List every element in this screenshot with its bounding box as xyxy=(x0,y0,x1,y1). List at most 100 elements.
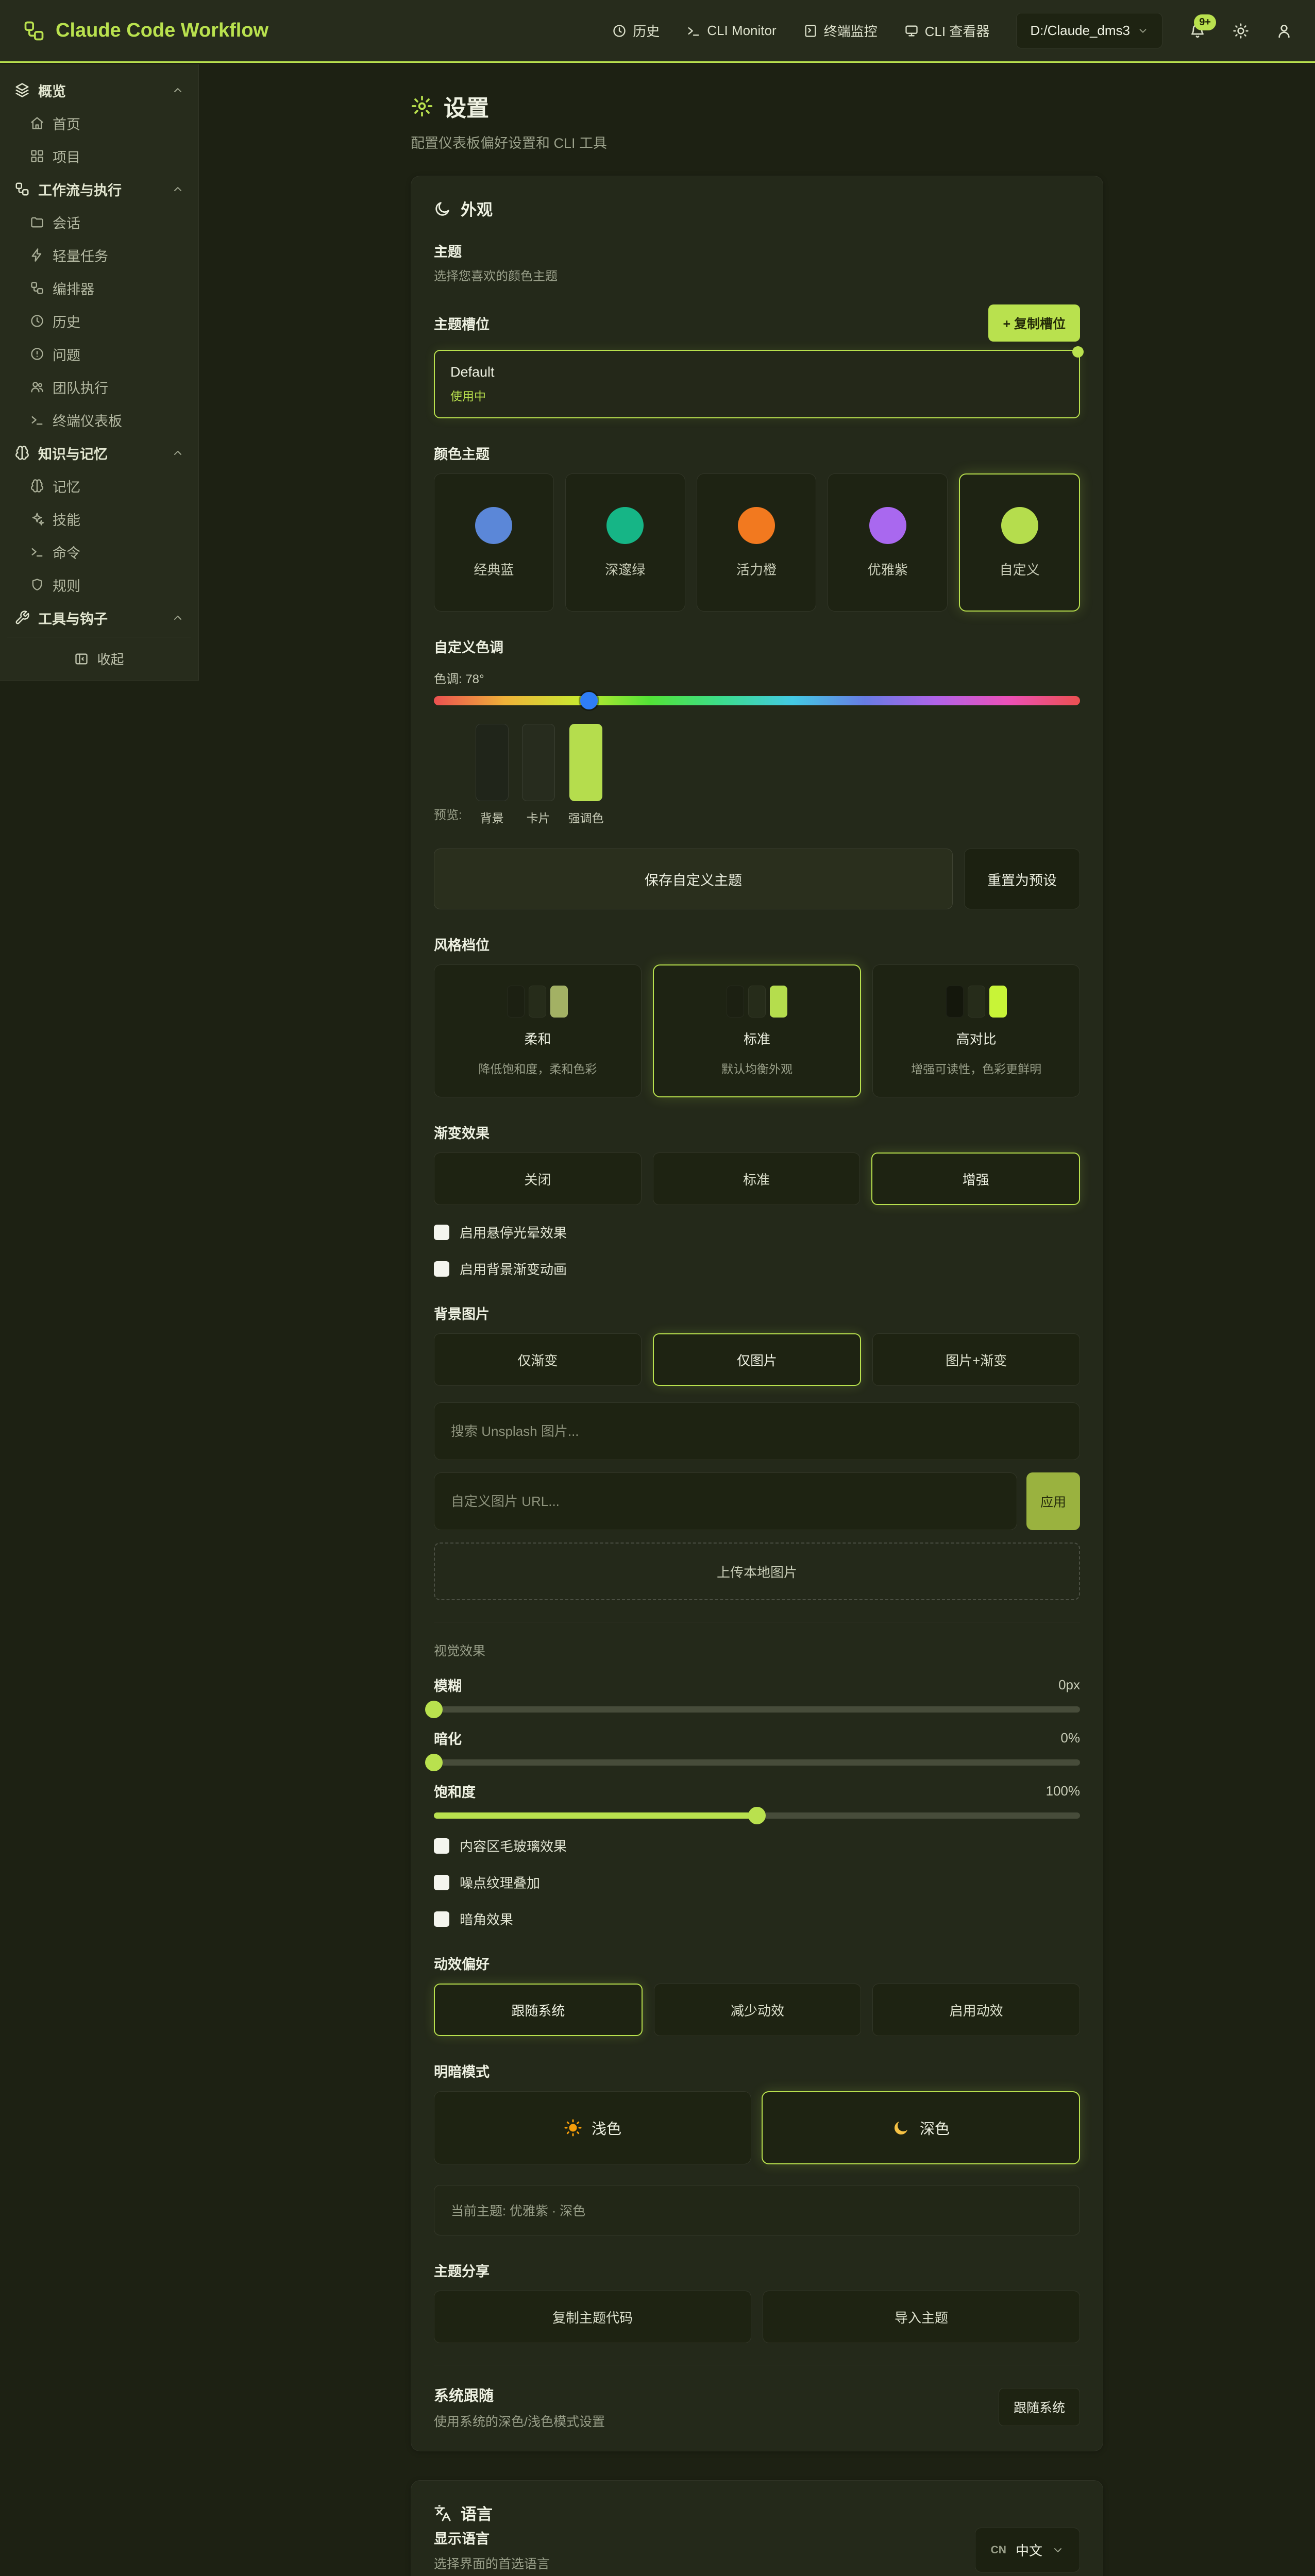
motion-label: 动效偏好 xyxy=(434,1953,1080,1973)
gradient-off-option[interactable]: 关闭 xyxy=(434,1153,642,1205)
nav-history-label: 历史 xyxy=(633,21,660,40)
gradient-standard-option[interactable]: 标准 xyxy=(653,1153,861,1205)
sidebar-item-skills[interactable]: 技能 xyxy=(7,502,191,535)
nav-cli-viewer[interactable]: CLI 查看器 xyxy=(904,21,990,40)
display-language-select[interactable]: CN 中文 xyxy=(975,2528,1080,2572)
page-title-text: 设置 xyxy=(444,90,489,123)
saturation-slider[interactable] xyxy=(434,1812,1080,1819)
page-subtitle: 配置仪表板偏好设置和 CLI 工具 xyxy=(411,132,1103,152)
style-name: 标准 xyxy=(744,1029,770,1048)
darken-slider[interactable] xyxy=(434,1759,1080,1766)
hue-slider-thumb[interactable] xyxy=(580,692,598,709)
palette-custom[interactable]: 自定义 xyxy=(959,473,1080,612)
blur-slider-thumb[interactable] xyxy=(425,1701,443,1718)
motion-system-option[interactable]: 跟随系统 xyxy=(434,1984,643,2036)
import-theme-button[interactable]: 导入主题 xyxy=(763,2291,1080,2343)
vignette-checkbox[interactable] xyxy=(434,1911,449,1927)
sidebar-item-label: 项目 xyxy=(53,146,80,166)
sidebar-item-home[interactable]: 首页 xyxy=(7,107,191,140)
custom-url-input[interactable] xyxy=(434,1472,1017,1530)
dark-mode-label: 深色 xyxy=(920,2117,950,2139)
blur-value: 0px xyxy=(1058,1677,1080,1693)
sidebar-group-label: 概览 xyxy=(38,80,66,100)
brain-icon xyxy=(30,479,44,493)
style-standard[interactable]: 标准 默认均衡外观 xyxy=(653,964,862,1097)
sidebar-item-sessions[interactable]: 会话 xyxy=(7,206,191,239)
sidebar-item-memory[interactable]: 记忆 xyxy=(7,469,191,502)
sidebar-item-commands[interactable]: 命令 xyxy=(7,535,191,568)
dark-mode-button[interactable]: 深色 xyxy=(762,2091,1080,2164)
copy-theme-code-button[interactable]: 复制主题代码 xyxy=(434,2291,751,2343)
save-custom-theme-button[interactable]: 保存自定义主题 xyxy=(434,849,953,909)
sidebar-item-orchestrator[interactable]: 编排器 xyxy=(7,272,191,304)
theme-share-label: 主题分享 xyxy=(434,2260,1080,2280)
light-mode-label: 浅色 xyxy=(592,2117,621,2139)
palette-elegant-purple[interactable]: 优雅紫 xyxy=(828,473,948,612)
hue-slider[interactable] xyxy=(434,696,1080,705)
style-desc: 增强可读性，色彩更鲜明 xyxy=(911,1059,1041,1077)
noise-checkbox[interactable] xyxy=(434,1875,449,1890)
bg-image-gradient-option[interactable]: 图片+渐变 xyxy=(872,1333,1080,1386)
upload-local-image-button[interactable]: 上传本地图片 xyxy=(434,1543,1080,1600)
style-high-contrast[interactable]: 高对比 增强可读性，色彩更鲜明 xyxy=(872,964,1080,1097)
saturation-slider-thumb[interactable] xyxy=(748,1807,766,1824)
sidebar-group-workflow[interactable]: 工作流与执行 xyxy=(7,173,191,206)
chevron-up-icon xyxy=(172,612,184,624)
motion-reduce-option[interactable]: 减少动效 xyxy=(654,1984,862,2036)
sidebar-item-label: 历史 xyxy=(53,311,80,331)
bg-gradient-only-option[interactable]: 仅渐变 xyxy=(434,1333,642,1386)
glass-checkbox[interactable] xyxy=(434,1838,449,1854)
user-icon xyxy=(1276,23,1292,39)
palette-vibrant-orange[interactable]: 活力橙 xyxy=(697,473,817,612)
theme-toggle-button[interactable] xyxy=(1233,23,1249,39)
theme-preview: 预览: 背景 卡片 强调色 xyxy=(434,724,1080,826)
panel-collapse-icon xyxy=(74,652,89,666)
terminal-icon xyxy=(30,413,44,427)
nav-cli-monitor[interactable]: CLI Monitor xyxy=(686,23,776,39)
notifications-button[interactable]: 9+ xyxy=(1189,23,1206,39)
sidebar-item-light-tasks[interactable]: 轻量任务 xyxy=(7,239,191,272)
darken-slider-thumb[interactable] xyxy=(425,1754,443,1771)
palette-name: 自定义 xyxy=(1000,560,1040,579)
nav-cli-monitor-label: CLI Monitor xyxy=(707,23,776,39)
palette-deep-green[interactable]: 深邃绿 xyxy=(565,473,685,612)
preview-label: 预览: xyxy=(434,805,462,826)
copy-slot-button[interactable]: + 复制槽位 xyxy=(988,304,1080,342)
gradient-enhanced-option[interactable]: 增强 xyxy=(871,1153,1080,1205)
sidebar-group-knowledge[interactable]: 知识与记忆 xyxy=(7,436,191,469)
palette-classic-blue[interactable]: 经典蓝 xyxy=(434,473,554,612)
light-mode-button[interactable]: 浅色 xyxy=(434,2091,751,2164)
project-selector[interactable]: D:/Claude_dms3 xyxy=(1016,13,1162,48)
workflow-icon xyxy=(30,281,44,295)
chevron-down-icon xyxy=(1052,2544,1064,2556)
bg-anim-checkbox[interactable] xyxy=(434,1261,449,1277)
system-follow-title: 系统跟随 xyxy=(434,2384,605,2405)
motion-enable-option[interactable]: 启用动效 xyxy=(872,1984,1080,2036)
apply-url-button[interactable]: 应用 xyxy=(1026,1472,1080,1530)
sidebar-group-overview[interactable]: 概览 xyxy=(7,74,191,107)
app-title: Claude Code Workflow xyxy=(56,20,268,42)
theme-slot-default[interactable]: Default 使用中 xyxy=(434,350,1080,418)
blur-slider[interactable] xyxy=(434,1706,1080,1713)
sidebar-item-issues[interactable]: 问题 xyxy=(7,337,191,370)
sidebar-item-terminal-dashboard[interactable]: 终端仪表板 xyxy=(7,403,191,436)
style-soft[interactable]: 柔和 降低饱和度，柔和色彩 xyxy=(434,964,642,1097)
sidebar-item-history[interactable]: 历史 xyxy=(7,304,191,337)
custom-hue-label: 自定义色调 xyxy=(434,636,1080,656)
unsplash-search-input[interactable] xyxy=(434,1402,1080,1460)
follow-system-button[interactable]: 跟随系统 xyxy=(999,2388,1080,2426)
hover-glow-checkbox[interactable] xyxy=(434,1225,449,1240)
nav-history[interactable]: 历史 xyxy=(612,21,660,40)
top-header: Claude Code Workflow 历史 CLI Monitor 终端监控… xyxy=(0,0,1315,63)
sidebar-item-rules[interactable]: 规则 xyxy=(7,568,191,601)
sidebar-group-tools[interactable]: 工具与钩子 xyxy=(7,601,191,634)
sidebar-item-projects[interactable]: 项目 xyxy=(7,140,191,173)
current-theme-info: 当前主题: 优雅紫 · 深色 xyxy=(434,2185,1080,2235)
reset-preset-button[interactable]: 重置为预设 xyxy=(964,849,1080,909)
user-menu-button[interactable] xyxy=(1276,23,1292,39)
sidebar-item-team-execution[interactable]: 团队执行 xyxy=(7,370,191,403)
bg-image-only-option[interactable]: 仅图片 xyxy=(653,1333,862,1386)
nav-terminal-monitor[interactable]: 终端监控 xyxy=(803,21,878,40)
bg-image-label: 背景图片 xyxy=(434,1303,1080,1323)
sidebar-collapse-button[interactable]: 收起 xyxy=(7,637,191,680)
